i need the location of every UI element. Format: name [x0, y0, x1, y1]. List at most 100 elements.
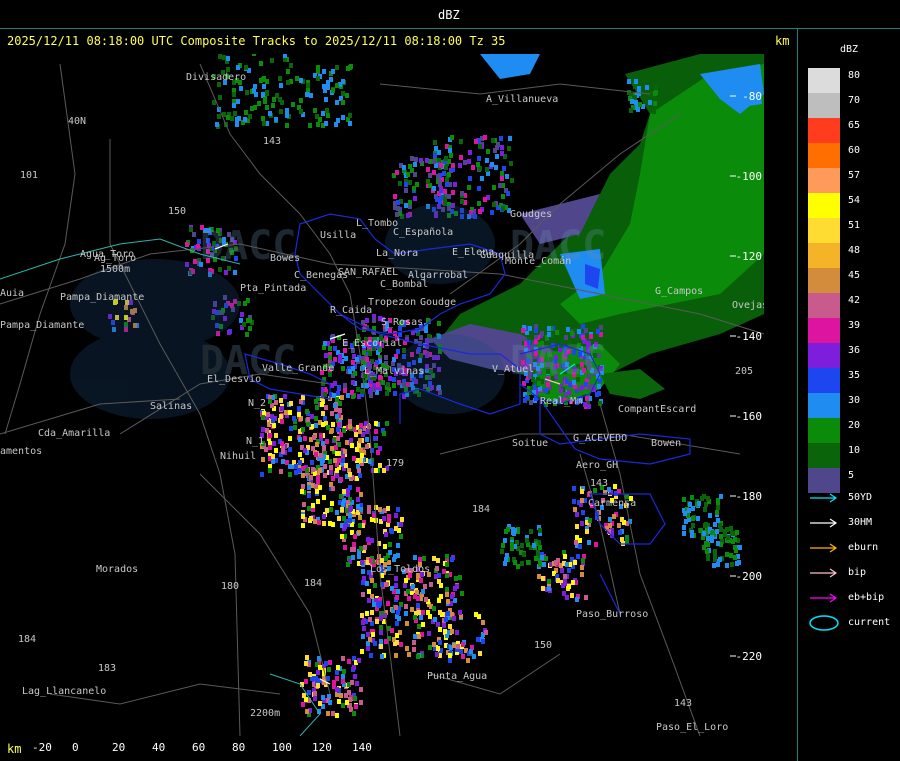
reflectivity-pixel [288, 410, 292, 415]
reflectivity-pixel [268, 445, 272, 450]
reflectivity-pixel [313, 691, 317, 696]
reflectivity-pixel [337, 385, 341, 390]
reflectivity-pixel [301, 427, 305, 432]
reflectivity-pixel [436, 174, 440, 179]
reflectivity-pixel [281, 449, 285, 454]
reflectivity-pixel [333, 458, 337, 463]
x-tick-label: 80 [232, 741, 246, 754]
reflectivity-pixel [395, 633, 399, 638]
reflectivity-pixel [374, 429, 378, 434]
reflectivity-pixel [300, 489, 304, 494]
reflectivity-pixel [382, 516, 386, 521]
reflectivity-pixel [585, 529, 589, 534]
place-label: G_Campos [655, 286, 703, 297]
reflectivity-pixel [581, 510, 585, 515]
reflectivity-pixel [380, 558, 384, 563]
reflectivity-pixel [348, 121, 352, 126]
reflectivity-pixel [323, 416, 327, 421]
reflectivity-pixel [437, 321, 441, 326]
reflectivity-pixel [314, 452, 318, 457]
reflectivity-pixel [580, 521, 584, 526]
reflectivity-pixel [500, 549, 504, 554]
reflectivity-pixel [432, 642, 436, 647]
reflectivity-pixel [366, 537, 370, 542]
reflectivity-pixel [412, 647, 416, 652]
reflectivity-pixel [360, 560, 364, 565]
place-label: 2200m [250, 708, 280, 719]
reflectivity-pixel [274, 433, 278, 438]
place-label: Goudge [420, 297, 456, 308]
reflectivity-pixel [407, 652, 411, 657]
reflectivity-pixel [513, 560, 517, 565]
reflectivity-pixel [270, 58, 274, 63]
track-legend-label: 30HM [848, 517, 873, 528]
reflectivity-pixel [384, 532, 388, 537]
scale-label: 10 [848, 445, 861, 456]
reflectivity-pixel [357, 658, 361, 663]
reflectivity-pixel [573, 560, 577, 565]
reflectivity-pixel [265, 428, 269, 433]
reflectivity-pixel [404, 604, 408, 609]
reflectivity-pixel [280, 419, 284, 424]
reflectivity-pixel [278, 76, 282, 81]
scale-swatch-10 [808, 443, 840, 468]
reflectivity-pixel [490, 162, 494, 167]
reflectivity-pixel [554, 560, 558, 565]
reflectivity-pixel [413, 615, 417, 620]
reflectivity-pixel [445, 554, 449, 559]
reflectivity-pixel [388, 328, 392, 333]
reflectivity-pixel [321, 111, 325, 116]
reflectivity-pixel [335, 65, 339, 70]
reflectivity-pixel [555, 330, 559, 335]
reflectivity-pixel [335, 510, 339, 515]
reflectivity-pixel [395, 640, 399, 645]
reflectivity-pixel [367, 589, 371, 594]
reflectivity-pixel [443, 629, 447, 634]
reflectivity-pixel [339, 693, 343, 698]
reflectivity-pixel [338, 358, 342, 363]
reflectivity-pixel [357, 468, 361, 473]
reflectivity-pixel [529, 529, 533, 534]
reflectivity-pixel [373, 583, 377, 588]
scale-swatch-70 [808, 93, 840, 118]
reflectivity-pixel [467, 159, 471, 164]
reflectivity-pixel [399, 642, 403, 647]
reflectivity-pixel [399, 522, 403, 527]
reflectivity-pixel [485, 158, 489, 163]
reflectivity-pixel [370, 578, 374, 583]
reflectivity-pixel [311, 503, 315, 508]
place-label: 101 [20, 170, 38, 181]
reflectivity-pixel [335, 100, 339, 105]
reflectivity-pixel [629, 108, 633, 113]
place-label: Tropezon [368, 297, 416, 308]
reflectivity-pixel [697, 501, 701, 506]
reflectivity-pixel [395, 595, 399, 600]
reflectivity-pixel [688, 502, 692, 507]
place-label: 179 [386, 458, 404, 469]
reflectivity-pixel [246, 298, 250, 303]
reflectivity-pixel [421, 589, 425, 594]
x-tick-label: 20 [112, 741, 126, 754]
reflectivity-pixel [352, 665, 356, 670]
reflectivity-pixel [376, 450, 380, 455]
reflectivity-pixel [428, 173, 432, 178]
radar-map[interactable]: DACC DACC DACC DACC DivisaderoA_Villanue… [0, 54, 764, 736]
reflectivity-pixel [708, 513, 712, 518]
place-label: SAN_RAFAEL [338, 267, 398, 278]
place-label: Salinas [150, 401, 192, 412]
reflectivity-pixel [608, 517, 612, 522]
reflectivity-pixel [193, 259, 197, 264]
scale-label: 35 [848, 370, 861, 381]
reflectivity-pixel [323, 464, 327, 469]
reflectivity-pixel [378, 463, 382, 468]
reflectivity-pixel [222, 55, 226, 60]
reflectivity-pixel [316, 683, 320, 688]
reflectivity-pixel [525, 395, 529, 400]
reflectivity-pixel [436, 646, 440, 651]
reflectivity-pixel [713, 549, 717, 554]
reflectivity-pixel [310, 460, 314, 465]
reflectivity-pixel [703, 507, 707, 512]
reflectivity-pixel [281, 459, 285, 464]
scale-swatch-80 [808, 68, 840, 93]
reflectivity-pixel [408, 200, 412, 205]
